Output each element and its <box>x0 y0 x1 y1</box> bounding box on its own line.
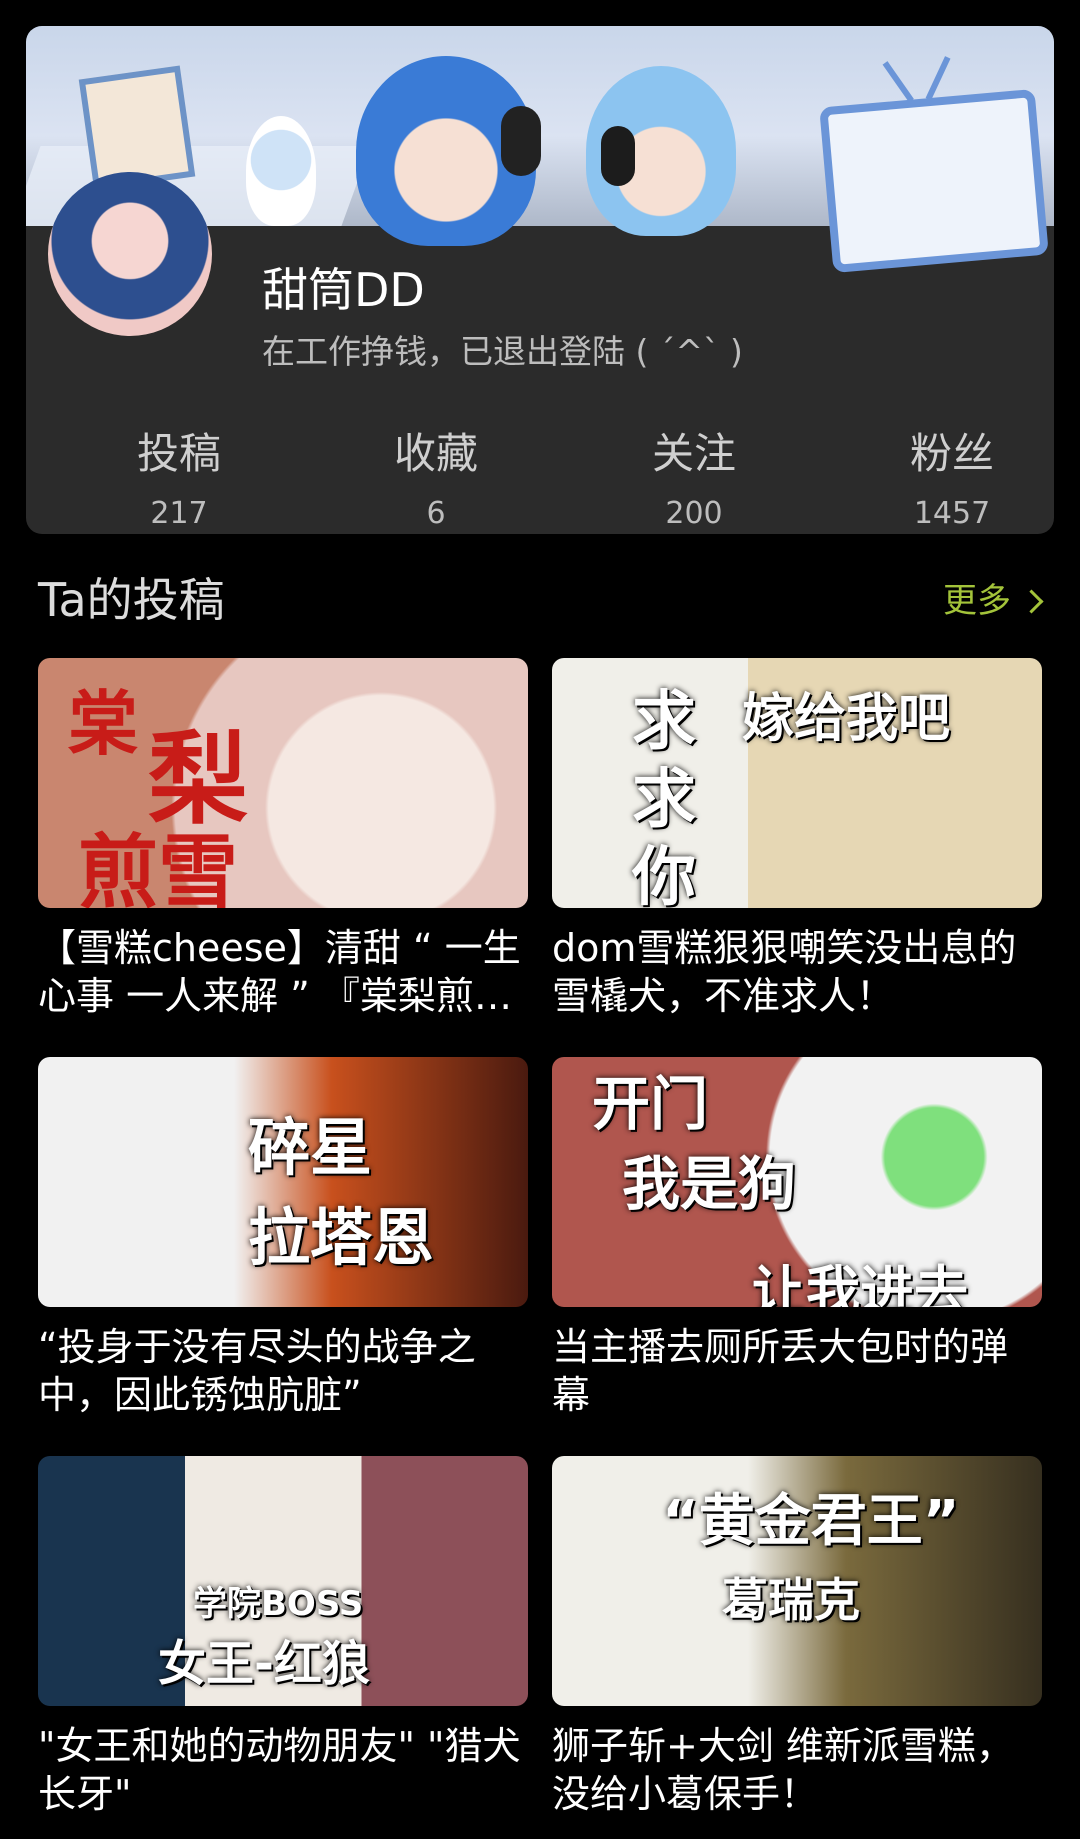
thumbnail-caption: 你 <box>632 841 696 908</box>
video-thumbnail[interactable]: 学院BOSS 女王-红狼 <box>38 1456 528 1706</box>
stat-value: 6 <box>426 496 446 531</box>
video-title[interactable]: 当主播去厕所丢大包时的弹幕 <box>552 1323 1042 1419</box>
video-thumbnail[interactable]: 求 求 你 嫁给我吧 <box>552 658 1042 908</box>
video-card[interactable]: 学院BOSS 女王-红狼 "女王和她的动物朋友" "猎犬长牙" <box>38 1456 528 1818</box>
video-card[interactable]: 开门 我是狗 让我进去 当主播去厕所丢大包时的弹幕 <box>552 1057 1042 1419</box>
username: 甜筒DD <box>262 263 425 317</box>
video-card[interactable]: 棠 梨 煎雪 【雪糕cheese】清甜 “ 一生心事 一人来解 ” 『棠梨煎雪』 <box>38 658 528 1020</box>
stat-following[interactable]: 关注 200 <box>584 426 804 534</box>
video-thumbnail[interactable]: 开门 我是狗 让我进去 <box>552 1057 1042 1307</box>
more-link[interactable]: 更多 <box>943 578 1044 624</box>
thumbnail-caption: 我是狗 <box>622 1150 797 1218</box>
video-card[interactable]: “黄金君王” 葛瑞克 狮子斩+大剑 维新派雪糕，没给小葛保手！ <box>552 1456 1042 1818</box>
thumbnail-caption: 开门 <box>592 1070 709 1138</box>
thumbnail-caption: 煎雪 <box>78 826 238 908</box>
stat-label: 粉丝 <box>909 429 994 478</box>
stat-value: 200 <box>665 496 723 531</box>
video-title[interactable]: "女王和她的动物朋友" "猎犬长牙" <box>38 1722 528 1818</box>
stat-label: 投稿 <box>136 429 221 478</box>
video-card[interactable]: 求 求 你 嫁给我吧 dom雪糕狠狠嘲笑没出息的雪橇犬，不准求人！ <box>552 658 1042 1020</box>
video-title[interactable]: 【雪糕cheese】清甜 “ 一生心事 一人来解 ” 『棠梨煎雪』 <box>38 924 528 1020</box>
video-card[interactable]: 碎星 拉塔恩 “投身于没有尽头的战争之中，因此锈蚀肮脏” <box>38 1057 528 1419</box>
chevron-right-icon <box>1019 588 1044 614</box>
thumbnail-caption: 嫁给我吧 <box>742 689 951 749</box>
headphone-icon <box>601 126 635 186</box>
video-title[interactable]: “投身于没有尽头的战争之中，因此锈蚀肮脏” <box>38 1323 528 1419</box>
video-title[interactable]: dom雪糕狠狠嘲笑没出息的雪橇犬，不准求人！ <box>552 924 1042 1020</box>
stat-label: 关注 <box>651 429 736 478</box>
thumbnail-caption: “黄金君王” <box>662 1489 960 1554</box>
banner-small-character <box>246 116 316 226</box>
more-link-label: 更多 <box>943 581 1011 621</box>
stat-label: 收藏 <box>393 429 478 478</box>
thumbnail-caption: 棠 <box>68 683 138 765</box>
thumbnail-caption: 女王-红狼 <box>158 1636 370 1692</box>
video-thumbnail[interactable]: 碎星 拉塔恩 <box>38 1057 528 1307</box>
stat-favorites[interactable]: 收藏 6 <box>326 426 546 534</box>
headphone-icon <box>501 106 541 176</box>
thumbnail-caption: 葛瑞克 <box>722 1573 860 1627</box>
section-title: Ta的投稿 <box>38 573 225 627</box>
thumbnail-caption: 碎星 <box>248 1111 373 1184</box>
stat-value: 1457 <box>913 496 991 531</box>
video-title[interactable]: 狮子斩+大剑 维新派雪糕，没给小葛保手！ <box>552 1722 1042 1818</box>
thumbnail-caption: 学院BOSS <box>193 1584 364 1624</box>
video-thumbnail[interactable]: “黄金君王” 葛瑞克 <box>552 1456 1042 1706</box>
thumbnail-caption: 拉塔恩 <box>248 1201 435 1274</box>
stat-followers[interactable]: 粉丝 1457 <box>842 426 1054 534</box>
stat-uploads[interactable]: 投稿 217 <box>69 426 289 534</box>
stat-value: 217 <box>150 496 208 531</box>
video-thumbnail[interactable]: 棠 梨 煎雪 <box>38 658 528 908</box>
user-signature: 在工作挣钱，已退出登陆 ( ´^` ) <box>262 332 743 371</box>
banner-tv-screen <box>819 88 1049 274</box>
avatar[interactable] <box>48 172 212 336</box>
thumbnail-caption: 让我进去 <box>752 1260 968 1307</box>
